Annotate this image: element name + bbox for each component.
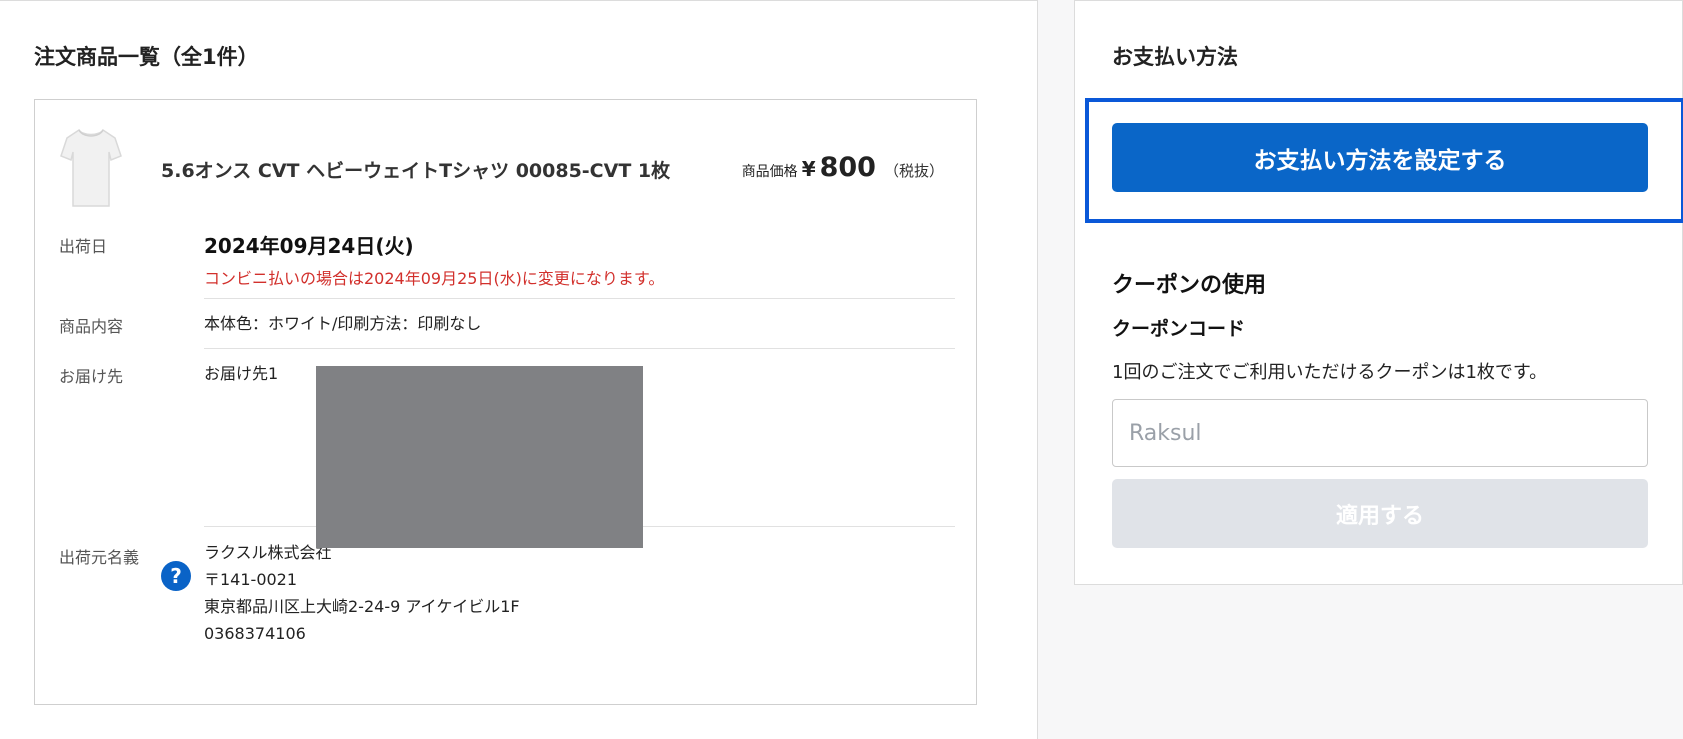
payment-method-title: お支払い方法 [1112,45,1238,69]
order-items-title: 注文商品一覧（全1件） [34,45,259,69]
product-price: 商品価格 ¥800 （税抜） [742,152,944,183]
price-tax-note: （税抜） [883,162,944,180]
sender-address: 東京都品川区上大崎2-24-9 アイケイビル1F [204,597,520,616]
sender-phone: 0368374106 [204,624,306,643]
coupon-code-input[interactable] [1112,399,1648,467]
destination-label: お届け先 [59,367,124,386]
redacted-address-block [316,366,643,548]
divider [204,348,955,349]
tshirt-product-image [60,128,122,207]
divider [204,298,955,299]
price-label: 商品価格 [741,164,798,180]
coupon-section-title: クーポンの使用 [1112,273,1267,298]
ship-date-note: コンビニ払いの場合は2024年09月25日(水)に変更になります。 [204,269,665,288]
sender-postal: 〒141-0021 [204,570,298,589]
question-circle-icon[interactable]: ? [161,561,191,591]
ship-date-value: 2024年09月24日(火) [204,234,414,258]
coupon-usage-note: 1回のご注文でご利用いただけるクーポンは1枚です。 [1112,362,1548,383]
content-row: 商品内容 本体色：ホワイト/印刷方法：印刷なし [59,313,955,343]
price-currency: ¥ [801,157,816,181]
sender-label: 出荷元名義 [59,548,140,567]
apply-coupon-button[interactable]: 適用する [1112,479,1648,548]
order-items-panel: 注文商品一覧（全1件） 5.6オンス CVT ヘビーウェイトTシャツ 00085… [0,0,1038,739]
price-value: 800 [819,152,876,183]
coupon-code-label: クーポンコード [1112,318,1246,340]
content-label: 商品内容 [59,317,124,336]
ship-date-row: 出荷日 2024年09月24日(火) コンビニ払いの場合は2024年09月25日… [59,233,955,293]
destination-value: お届け先1 [204,364,279,383]
content-value: 本体色：ホワイト/印刷方法：印刷なし [204,314,482,333]
sender-row: 出荷元名義 ラクスル株式会社 〒141-0021 東京都品川区上大崎2-24-9… [59,543,955,664]
product-name: 5.6オンス CVT ヘビーウェイトTシャツ 00085-CVT 1枚 [161,160,671,182]
set-payment-method-button[interactable]: お支払い方法を設定する [1112,123,1648,192]
payment-panel: お支払い方法 お支払い方法を設定する クーポンの使用 クーポンコード 1回のご注… [1074,0,1683,585]
ship-date-label: 出荷日 [59,237,108,256]
